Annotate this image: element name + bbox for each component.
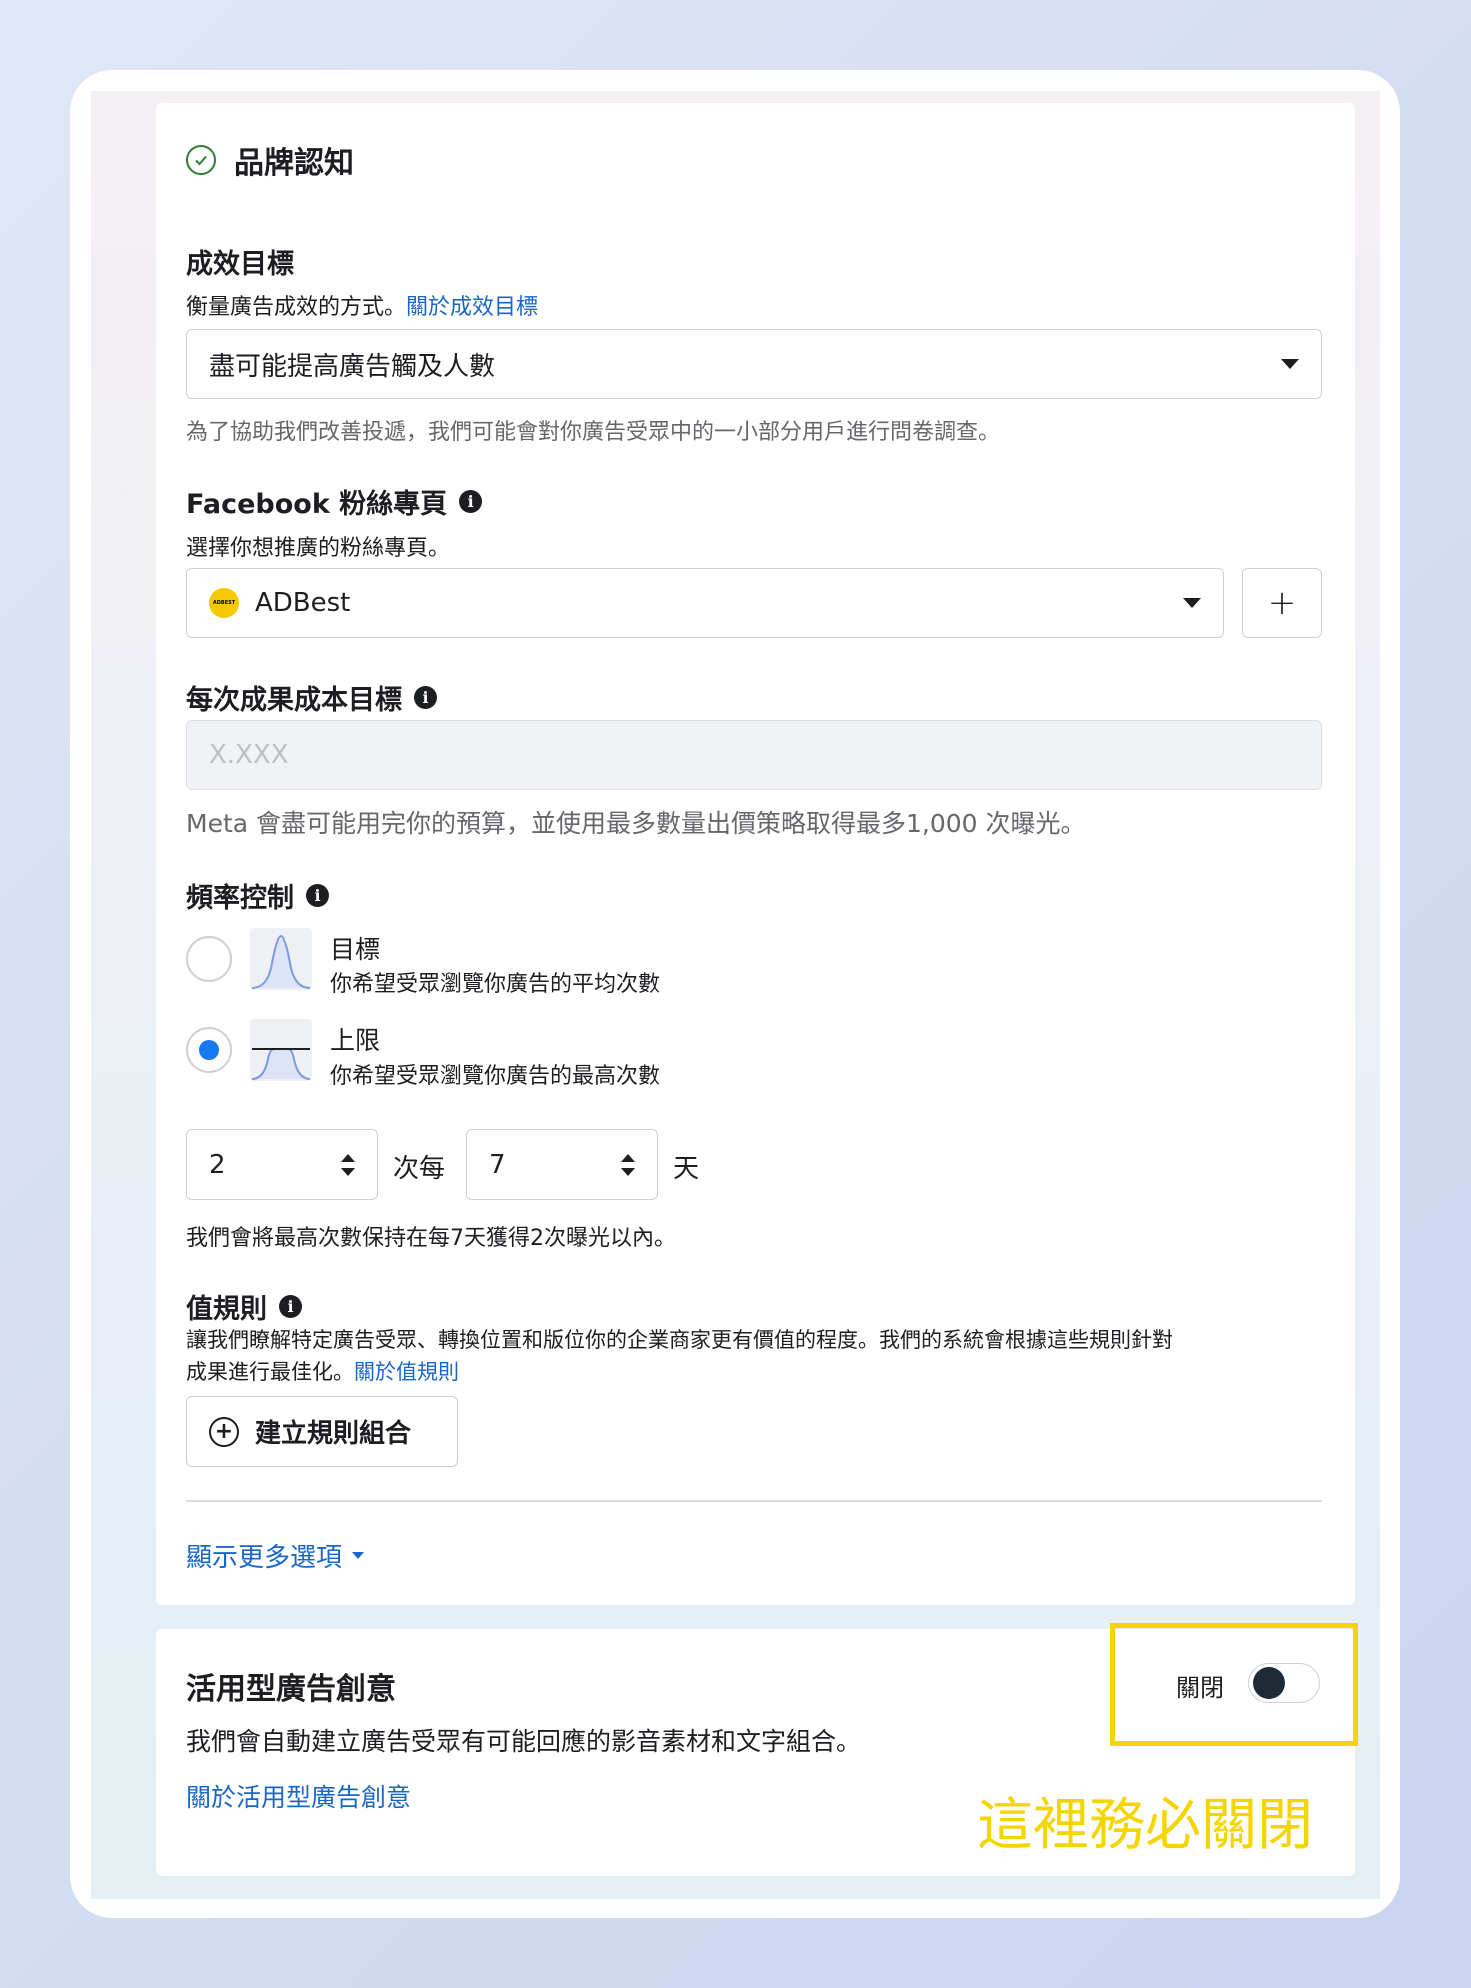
frequency-cap-radio[interactable] <box>186 1027 232 1073</box>
cost-goal-input[interactable]: X.XXX <box>186 720 1322 790</box>
info-icon[interactable]: i <box>279 1295 302 1318</box>
performance-goal-hint: 為了協助我們改善投遞，我們可能會對你廣告受眾中的一小部分用戶進行問卷調查。 <box>186 420 1001 445</box>
frequency-days-value: 7 <box>489 1149 506 1180</box>
frequency-cap-desc: 你希望受眾瀏覽你廣告的最高次數 <box>330 1064 661 1089</box>
frequency-label: 頻率控制 i <box>186 876 329 915</box>
objective-header: 品牌認知 <box>186 138 354 182</box>
add-page-button[interactable]: + <box>1242 568 1322 638</box>
frequency-summary: 我們會將最高次數保持在每7天獲得2次曝光以內。 <box>186 1226 676 1251</box>
value-rules-desc-line2: 成果進行最佳化。關於值規則 <box>186 1360 459 1384</box>
performance-goal-link[interactable]: 關於成效目標 <box>406 295 538 320</box>
section-divider <box>186 1500 1322 1502</box>
caret-down-icon <box>1281 359 1299 369</box>
performance-goal-select[interactable]: 盡可能提高廣告觸及人數 <box>186 329 1322 399</box>
show-more-options-link[interactable]: 顯示更多選項 <box>186 1537 365 1574</box>
frequency-cap-title: 上限 <box>330 1026 381 1055</box>
cost-goal-placeholder: X.XXX <box>209 740 289 770</box>
capped-curve-icon <box>250 1019 312 1081</box>
performance-goal-label-text: 成效目標 <box>186 249 294 280</box>
add-circle-icon: + <box>209 1416 239 1447</box>
info-icon[interactable]: i <box>414 686 437 709</box>
frequency-days-stepper[interactable]: 7 <box>466 1129 658 1200</box>
facebook-page-desc: 選擇你想推廣的粉絲專頁。 <box>186 536 451 561</box>
frequency-times-label: 次每 <box>393 1154 446 1184</box>
performance-goal-value: 盡可能提高廣告觸及人數 <box>209 351 496 382</box>
frequency-days-label: 天 <box>673 1154 700 1184</box>
show-more-label: 顯示更多選項 <box>186 1543 343 1573</box>
create-rule-set-button[interactable]: + 建立規則組合 <box>186 1396 458 1467</box>
value-rules-label: 值規則 i <box>186 1287 302 1326</box>
frequency-target-title: 目標 <box>330 935 381 964</box>
cost-goal-label-text: 每次成果成本目標 <box>186 685 402 716</box>
annotation-text: 這裡務必關閉 <box>977 1793 1313 1858</box>
value-rules-desc-line1: 讓我們瞭解特定廣告受眾、轉換位置和版位你的企業商家更有價值的程度。我們的系統會根… <box>186 1328 1173 1352</box>
facebook-page-select[interactable]: ADBEST ADBest <box>186 568 1224 638</box>
objective-title: 品牌認知 <box>234 146 354 181</box>
facebook-page-label-text: Facebook 粉絲專頁 <box>186 489 448 520</box>
facebook-page-value: ADBest <box>255 588 351 618</box>
bell-curve-icon <box>250 928 312 990</box>
page-logo-icon: ADBEST <box>209 588 239 618</box>
facebook-page-label: Facebook 粉絲專頁 i <box>186 482 483 521</box>
value-rules-desc: 讓我們瞭解特定廣告受眾、轉換位置和版位你的企業商家更有價值的程度。我們的系統會根… <box>186 1324 1326 1388</box>
info-icon[interactable]: i <box>306 884 329 907</box>
dynamic-creative-link[interactable]: 關於活用型廣告創意 <box>186 1778 411 1814</box>
create-rule-set-label: 建立規則組合 <box>255 1419 412 1449</box>
value-rules-label-text: 值規則 <box>186 1294 267 1325</box>
performance-goal-desc: 衡量廣告成效的方式。關於成效目標 <box>186 289 538 321</box>
cost-goal-hint: Meta 會盡可能用完你的預算，並使用最多數量出價策略取得最多1,000 次曝光… <box>186 809 1086 838</box>
dynamic-creative-title: 活用型廣告創意 <box>186 1672 396 1707</box>
frequency-times-value: 2 <box>209 1149 226 1180</box>
frequency-target-desc: 你希望受眾瀏覽你廣告的平均次數 <box>330 972 661 997</box>
caret-down-icon <box>1183 598 1201 608</box>
info-icon[interactable]: i <box>459 490 483 513</box>
highlight-box <box>1110 1623 1358 1746</box>
plus-icon: + <box>1267 583 1297 623</box>
frequency-target-radio[interactable] <box>186 936 232 982</box>
performance-goal-label: 成效目標 <box>186 242 294 281</box>
check-circle-icon <box>186 145 216 175</box>
dynamic-creative-desc: 我們會自動建立廣告受眾有可能回應的影音素材和文字組合。 <box>186 1727 862 1756</box>
frequency-times-stepper[interactable]: 2 <box>186 1129 378 1200</box>
spinner-icon[interactable] <box>341 1153 355 1176</box>
cost-goal-label: 每次成果成本目標 i <box>186 678 437 717</box>
spinner-icon[interactable] <box>621 1153 635 1176</box>
caret-down-icon <box>352 1552 365 1559</box>
value-rules-link[interactable]: 關於值規則 <box>354 1360 459 1384</box>
frequency-label-text: 頻率控制 <box>186 883 294 914</box>
performance-goal-desc-text: 衡量廣告成效的方式。 <box>186 295 407 320</box>
